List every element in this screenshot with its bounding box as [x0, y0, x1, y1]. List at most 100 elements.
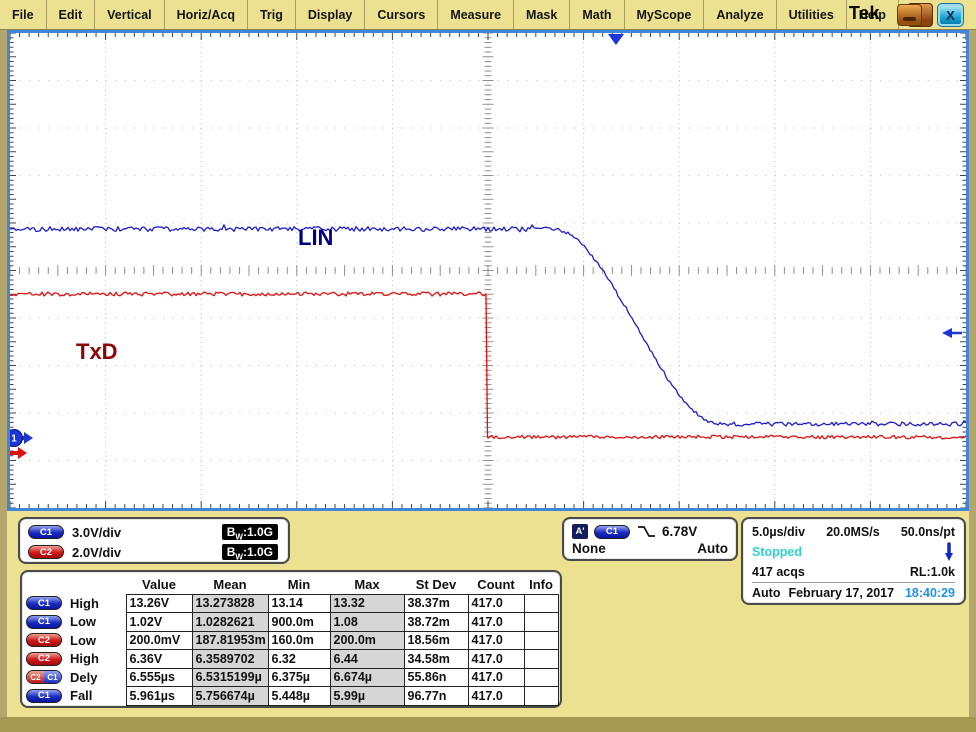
- measurement-cell-count: 417.0: [468, 594, 524, 613]
- left-border: [0, 30, 7, 732]
- channel-badge[interactable]: C1: [26, 689, 62, 703]
- channel-scale[interactable]: 2.0V/div: [72, 545, 214, 560]
- measurement-cell-max: 13.32: [330, 594, 404, 613]
- measurement-cell-value: 200.0mV: [126, 631, 192, 650]
- measurement-cell-max: 5.99µ: [330, 687, 404, 706]
- measurement-header: Info: [524, 575, 558, 594]
- measurement-cell-info: [524, 687, 558, 706]
- channel-badge[interactable]: C1: [26, 596, 62, 610]
- bandwidth-badge: BW:1.0G: [222, 524, 278, 540]
- menu-item-file[interactable]: File: [0, 0, 47, 29]
- close-button[interactable]: X: [938, 4, 963, 26]
- measurement-header: St Dev: [404, 575, 468, 594]
- measurement-cell-stdev: 38.37m: [404, 594, 468, 613]
- waveform-frame: LINTxD 1: [7, 30, 969, 511]
- falling-edge-icon: [636, 524, 656, 539]
- menu-item-math[interactable]: Math: [570, 0, 624, 29]
- sample-resolution: 50.0ns/pt: [901, 525, 955, 539]
- measurement-cell-max: 6.44: [330, 650, 404, 669]
- sample-rate: 20.0MS/s: [826, 525, 880, 539]
- measurement-header: Mean: [192, 575, 268, 594]
- tek-logo: Tek: [849, 3, 880, 24]
- measurement-cell-value: 5.961µs: [126, 687, 192, 706]
- channel-badge[interactable]: C1: [26, 615, 62, 629]
- menu-item-myscope[interactable]: MyScope: [625, 0, 705, 29]
- menu-item-vertical[interactable]: Vertical: [95, 0, 164, 29]
- trigger-a-badge: A': [572, 524, 588, 539]
- trigger-mode[interactable]: None: [572, 541, 606, 559]
- measurement-table: ValueMeanMinMaxSt DevCountInfo C1High13.…: [26, 575, 559, 706]
- menubar: FileEditVerticalHoriz/AcqTrigDisplayCurs…: [0, 0, 976, 30]
- measurement-name: Low: [70, 614, 96, 629]
- minimize-icon: [903, 17, 916, 21]
- measurement-cell-info: [524, 613, 558, 632]
- measurement-row: C1High13.26V13.27382813.1413.3238.37m417…: [26, 594, 558, 613]
- menu-item-horiz-acq[interactable]: Horiz/Acq: [165, 0, 248, 29]
- menu-item-cursors[interactable]: Cursors: [365, 0, 438, 29]
- measurement-cell-max: 200.0m: [330, 631, 404, 650]
- waveform-display: LINTxD 1: [10, 33, 966, 508]
- measurement-name: High: [70, 596, 99, 611]
- measurement-cell-count: 417.0: [468, 687, 524, 706]
- trigger-sweep[interactable]: Auto: [697, 541, 728, 559]
- c1-trace: [10, 225, 966, 426]
- measurement-row: C2Low200.0mV187.81953m160.0m200.0m18.56m…: [26, 631, 558, 650]
- channel-scale[interactable]: 3.0V/div: [72, 525, 214, 540]
- channel-badge[interactable]: C2: [26, 633, 62, 647]
- measurement-row: C1 Fall 5.961µs5.756674µ5.448µ5.99µ96.77n4…: [26, 687, 558, 706]
- c2-trace-label: TxD: [76, 339, 118, 364]
- trigger-level-marker[interactable]: [942, 328, 962, 338]
- timebase-scale[interactable]: 5.0µs/div: [752, 525, 805, 539]
- trigger-source-badge[interactable]: C1: [594, 525, 630, 539]
- menu-item-mask[interactable]: Mask: [514, 0, 570, 29]
- measurement-cell-mean: 6.5315199µ: [192, 668, 268, 687]
- channel-badge[interactable]: C2C1: [26, 670, 62, 684]
- menu-item-analyze[interactable]: Analyze: [704, 0, 776, 29]
- measurement-name: Fall: [70, 688, 92, 703]
- svg-text:1: 1: [11, 434, 17, 445]
- measurement-cell-mean: 5.756674µ: [192, 687, 268, 706]
- minimize-button[interactable]: [897, 4, 922, 26]
- right-border: [969, 30, 976, 732]
- waveform-graticule[interactable]: LINTxD 1: [10, 33, 966, 508]
- measurement-cell-min: 13.14: [268, 594, 330, 613]
- menu-item-display[interactable]: Display: [296, 0, 365, 29]
- measurement-cell-max: 1.08: [330, 613, 404, 632]
- time-label: 18:40:29: [905, 586, 955, 600]
- channel-badge[interactable]: C2: [26, 652, 62, 666]
- bottom-border: [0, 717, 976, 732]
- close-icon: X: [946, 8, 955, 23]
- measurement-cell-stdev: 96.77n: [404, 687, 468, 706]
- measurement-row: C2C1Dely6.555µs6.5315199µ6.375µ6.674µ55.…: [26, 668, 558, 687]
- trigger-position-pin-icon: [943, 542, 955, 562]
- channel-badge[interactable]: C2: [28, 545, 64, 559]
- channel-badge[interactable]: C1: [28, 525, 64, 539]
- trigger-position-marker[interactable]: [608, 34, 624, 45]
- measurement-name: High: [70, 651, 99, 666]
- measurement-cell-mean: 1.0282621: [192, 613, 268, 632]
- measurement-name: Low: [70, 633, 96, 648]
- measurement-header: Max: [330, 575, 404, 594]
- measurement-cell-count: 417.0: [468, 668, 524, 687]
- ch2-ground-marker[interactable]: [10, 447, 27, 459]
- measurement-cell-stdev: 34.58m: [404, 650, 468, 669]
- measurement-cell-info: [524, 668, 558, 687]
- measurement-cell-min: 5.448µ: [268, 687, 330, 706]
- measurement-cell-count: 417.0: [468, 613, 524, 632]
- measurement-cell-mean: 6.3589702: [192, 650, 268, 669]
- menu-item-utilities[interactable]: Utilities: [777, 0, 847, 29]
- trigger-level-value[interactable]: 6.78V: [662, 524, 697, 539]
- measurement-cell-info: [524, 594, 558, 613]
- channel-settings-panel: C13.0V/divBW:1.0GC22.0V/divBW:1.0G: [18, 517, 290, 564]
- menu-item-measure[interactable]: Measure: [438, 0, 514, 29]
- measurement-cell-min: 6.32: [268, 650, 330, 669]
- menu-item-trig[interactable]: Trig: [248, 0, 296, 29]
- measurement-cell-mean: 13.273828: [192, 594, 268, 613]
- measurement-row: C1Low1.02V1.0282621900.0m1.0838.72m417.0: [26, 613, 558, 632]
- measurement-cell-stdev: 55.86n: [404, 668, 468, 687]
- measurement-cell-value: 1.02V: [126, 613, 192, 632]
- menu-item-edit[interactable]: Edit: [47, 0, 96, 29]
- ch1-ground-marker[interactable]: 1: [10, 430, 33, 447]
- trigger-panel: A' C1 6.78V None Auto: [562, 517, 738, 561]
- measurement-cell-stdev: 38.72m: [404, 613, 468, 632]
